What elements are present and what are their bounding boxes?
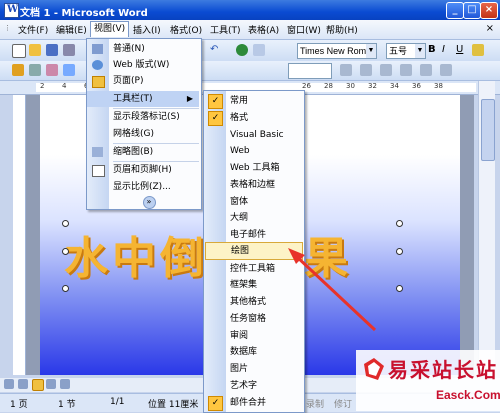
annotation-arrow-line: [294, 254, 377, 332]
watermark-text-cn: 易采站长站: [388, 358, 498, 382]
watermark-logo: [364, 358, 384, 380]
watermark-text-en: Easck.Com: [436, 388, 500, 402]
